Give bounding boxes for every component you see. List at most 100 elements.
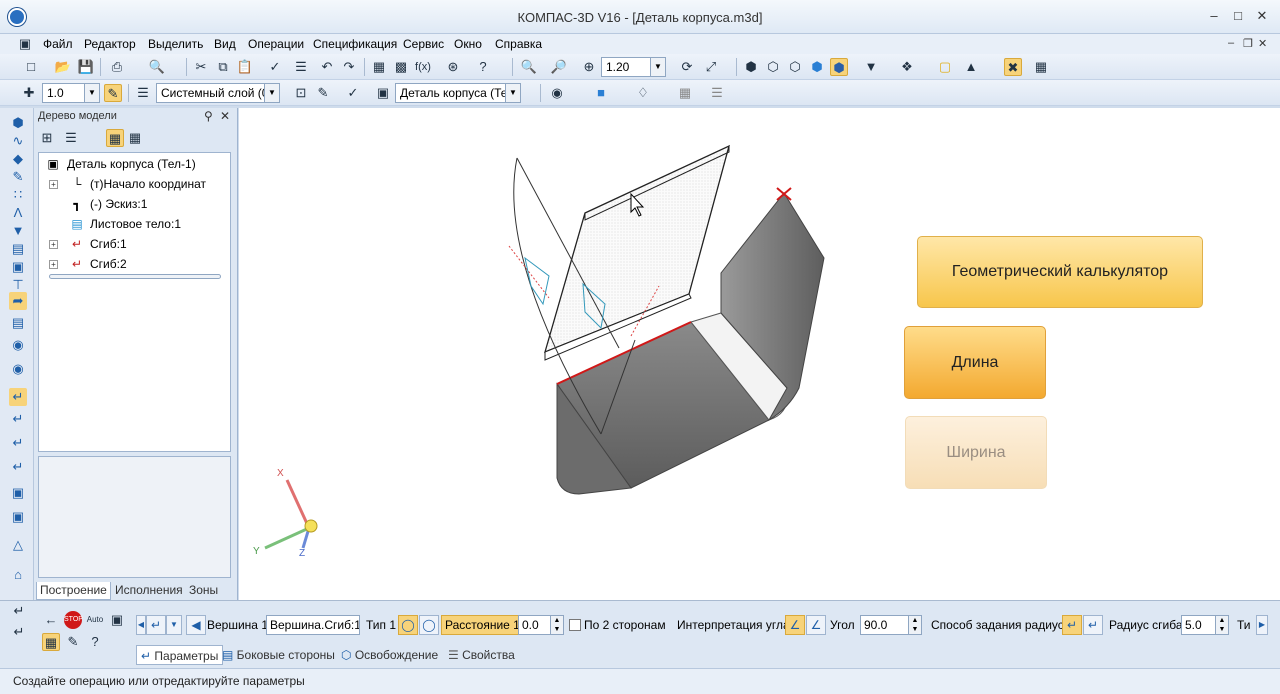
tree-item-bend-2[interactable]: + ↵ Сгиб:2 xyxy=(39,254,229,274)
menu-file[interactable]: Файл xyxy=(43,37,73,51)
tools-icon[interactable]: ✎ xyxy=(9,168,27,186)
doc-close-button[interactable]: ✕ xyxy=(1258,37,1267,50)
specification-icon[interactable]: ▤ xyxy=(9,240,27,258)
bend-type-icon[interactable]: ↵ xyxy=(146,615,166,635)
library-icon[interactable]: ▩ xyxy=(392,58,410,76)
material-icon[interactable]: ♢ xyxy=(634,84,652,102)
fit-icon[interactable]: ▣ xyxy=(108,611,126,629)
aux-geometry-icon[interactable]: Λ xyxy=(9,204,27,222)
curves-icon[interactable]: ∿ xyxy=(9,132,27,150)
angle-interp-2-icon[interactable]: ∠ xyxy=(806,615,826,635)
stop-icon[interactable]: STOP xyxy=(64,611,83,629)
new-file-icon[interactable]: □ xyxy=(22,58,40,76)
tab-construction[interactable]: Построение xyxy=(36,582,111,600)
menu-window[interactable]: Окно xyxy=(454,37,482,51)
section-icon[interactable]: ▦ xyxy=(1032,58,1050,76)
housing-icon[interactable]: ⌂ xyxy=(9,566,27,584)
brush-icon[interactable]: ✎ xyxy=(64,633,82,651)
chevron-down-icon[interactable]: ▼ xyxy=(650,58,665,76)
distance-label[interactable]: Расстояние 1 xyxy=(441,615,524,635)
type2-icon[interactable]: ◯ xyxy=(419,615,439,635)
closed-corner-icon[interactable]: ◉ xyxy=(9,360,27,378)
menu-select[interactable]: Выделить xyxy=(148,37,203,51)
spinner-icon[interactable]: ▲ ▼ xyxy=(1215,616,1228,634)
paste-icon[interactable]: 📋 xyxy=(236,58,254,76)
vertex-field[interactable]: Вершина.Сгиб:1 xyxy=(266,615,360,635)
tab-parameters[interactable]: ↵ Параметры xyxy=(136,645,224,665)
menu-edit[interactable]: Редактор xyxy=(84,37,136,51)
tab-zones[interactable]: Зоны xyxy=(186,582,221,600)
width-button[interactable]: Ширина xyxy=(905,416,1047,489)
help-pointer-icon[interactable]: ? xyxy=(474,58,492,76)
shaded-icon[interactable]: ⬢ xyxy=(808,58,826,76)
rotate-icon[interactable]: ⟳ xyxy=(678,58,696,76)
perspective-icon[interactable]: ✖ xyxy=(1004,58,1022,76)
close-button[interactable]: ✕ xyxy=(1254,9,1270,23)
hidden-lines-icon[interactable]: ⬡ xyxy=(764,58,782,76)
minimize-button[interactable]: – xyxy=(1206,9,1222,23)
tree-view-icon[interactable]: ☰ xyxy=(62,129,80,147)
menu-specification[interactable]: Спецификация xyxy=(313,37,397,51)
zoom-window-icon[interactable]: 🔍 xyxy=(520,58,538,76)
expand-icon[interactable]: + xyxy=(49,240,58,249)
thin-hidden-icon[interactable]: ⬡ xyxy=(786,58,804,76)
create-object-icon[interactable]: ▦ xyxy=(42,633,60,651)
local-cs-icon[interactable]: ⊡ xyxy=(292,84,310,102)
model-viewport[interactable]: X Y Z Геометрический калькулятор Длина Ш… xyxy=(239,108,1280,600)
filter-icon[interactable]: ▼ xyxy=(862,58,880,76)
type1-icon[interactable]: ◯ xyxy=(398,615,418,635)
spinner-icon[interactable]: ▲ ▼ xyxy=(550,616,563,634)
step-combo[interactable]: 1.0 ▼ xyxy=(42,83,100,103)
tab-side-walls[interactable]: ▤ Боковые стороны xyxy=(222,645,335,665)
joggle-icon[interactable]: ↵ xyxy=(9,434,27,452)
menu-help[interactable]: Справка xyxy=(495,37,542,51)
tree-item-sheet-body[interactable]: ▤ Листовое тело:1 xyxy=(39,214,229,234)
angle-field[interactable]: 90.0 ▲ ▼ xyxy=(860,615,922,635)
orientation-icon[interactable]: ⤢ xyxy=(702,58,720,76)
louver-icon[interactable]: ▣ xyxy=(9,508,27,526)
arrow-icon[interactable]: ← xyxy=(42,611,60,629)
geometry-icon[interactable]: ⬢ xyxy=(9,114,27,132)
document-icon[interactable]: ▣ xyxy=(16,35,34,53)
tech-req-icon[interactable]: ☰ xyxy=(708,84,726,102)
doc-restore-button[interactable]: ❐ xyxy=(1243,37,1253,50)
stamping-icon[interactable]: ▣ xyxy=(9,484,27,502)
sheet-metal-icon[interactable]: ➦ xyxy=(9,292,27,310)
zoom-in-icon[interactable]: ⊕ xyxy=(580,58,598,76)
panel-scroll-left-icon[interactable]: ◀ xyxy=(136,615,146,635)
tab-relief[interactable]: ⬡ Освобождение xyxy=(341,645,438,665)
tree-list-icon[interactable]: ▦ xyxy=(126,129,144,147)
edit-icon[interactable]: ✎ xyxy=(314,84,332,102)
help-icon[interactable]: ? xyxy=(86,633,104,651)
vertex-icon[interactable]: ◀ xyxy=(186,615,206,635)
layers-icon[interactable]: ☰ xyxy=(134,84,152,102)
layer-combo[interactable]: Системный слой (0) ▼ xyxy=(156,83,280,103)
close-icon[interactable]: ✕ xyxy=(220,109,230,123)
chevron-down-icon[interactable]: ▼ xyxy=(84,84,99,102)
tree-item-sketch[interactable]: ┓ (-) Эскиз:1 xyxy=(39,194,229,214)
distance-field[interactable]: 0.0 ▲ ▼ xyxy=(518,615,564,635)
open-folder-icon[interactable]: 📂 xyxy=(54,58,72,76)
both-sides-checkbox[interactable] xyxy=(569,619,581,631)
orthogonal-icon[interactable]: ✎ xyxy=(104,84,122,102)
radius-field[interactable]: 5.0 ▲ ▼ xyxy=(1181,615,1229,635)
menu-view[interactable]: Вид xyxy=(214,37,236,51)
tree-item-origin[interactable]: + └ (т)Начало координат xyxy=(39,174,229,194)
copy-icon[interactable]: ⧉ xyxy=(214,58,232,76)
bend-line-icon[interactable]: ↵ xyxy=(9,410,27,428)
auto-button[interactable]: Auto xyxy=(86,611,104,629)
radius-inner-icon[interactable]: ↵ xyxy=(1062,615,1082,635)
length-button[interactable]: Длина xyxy=(904,326,1046,399)
expand-icon[interactable]: + xyxy=(49,260,58,269)
hole-icon[interactable]: ◉ xyxy=(9,336,27,354)
cut-icon[interactable]: ✂ xyxy=(192,58,210,76)
geometric-calculator-button[interactable]: Геометрический калькулятор xyxy=(917,236,1203,308)
save-icon[interactable]: 💾 xyxy=(77,58,95,76)
tree-filter-icon[interactable]: ▦ xyxy=(106,129,124,147)
flange-icon[interactable]: ↵ xyxy=(9,458,27,476)
part-combo[interactable]: Деталь корпуса (Те ▼ xyxy=(395,83,521,103)
panel-scroll-right-icon[interactable]: ▶ xyxy=(1256,615,1268,635)
chevron-down-icon[interactable]: ▼ xyxy=(166,615,182,635)
chevron-down-icon[interactable]: ▼ xyxy=(264,84,279,102)
angle-interp-1-icon[interactable]: ∠ xyxy=(785,615,805,635)
